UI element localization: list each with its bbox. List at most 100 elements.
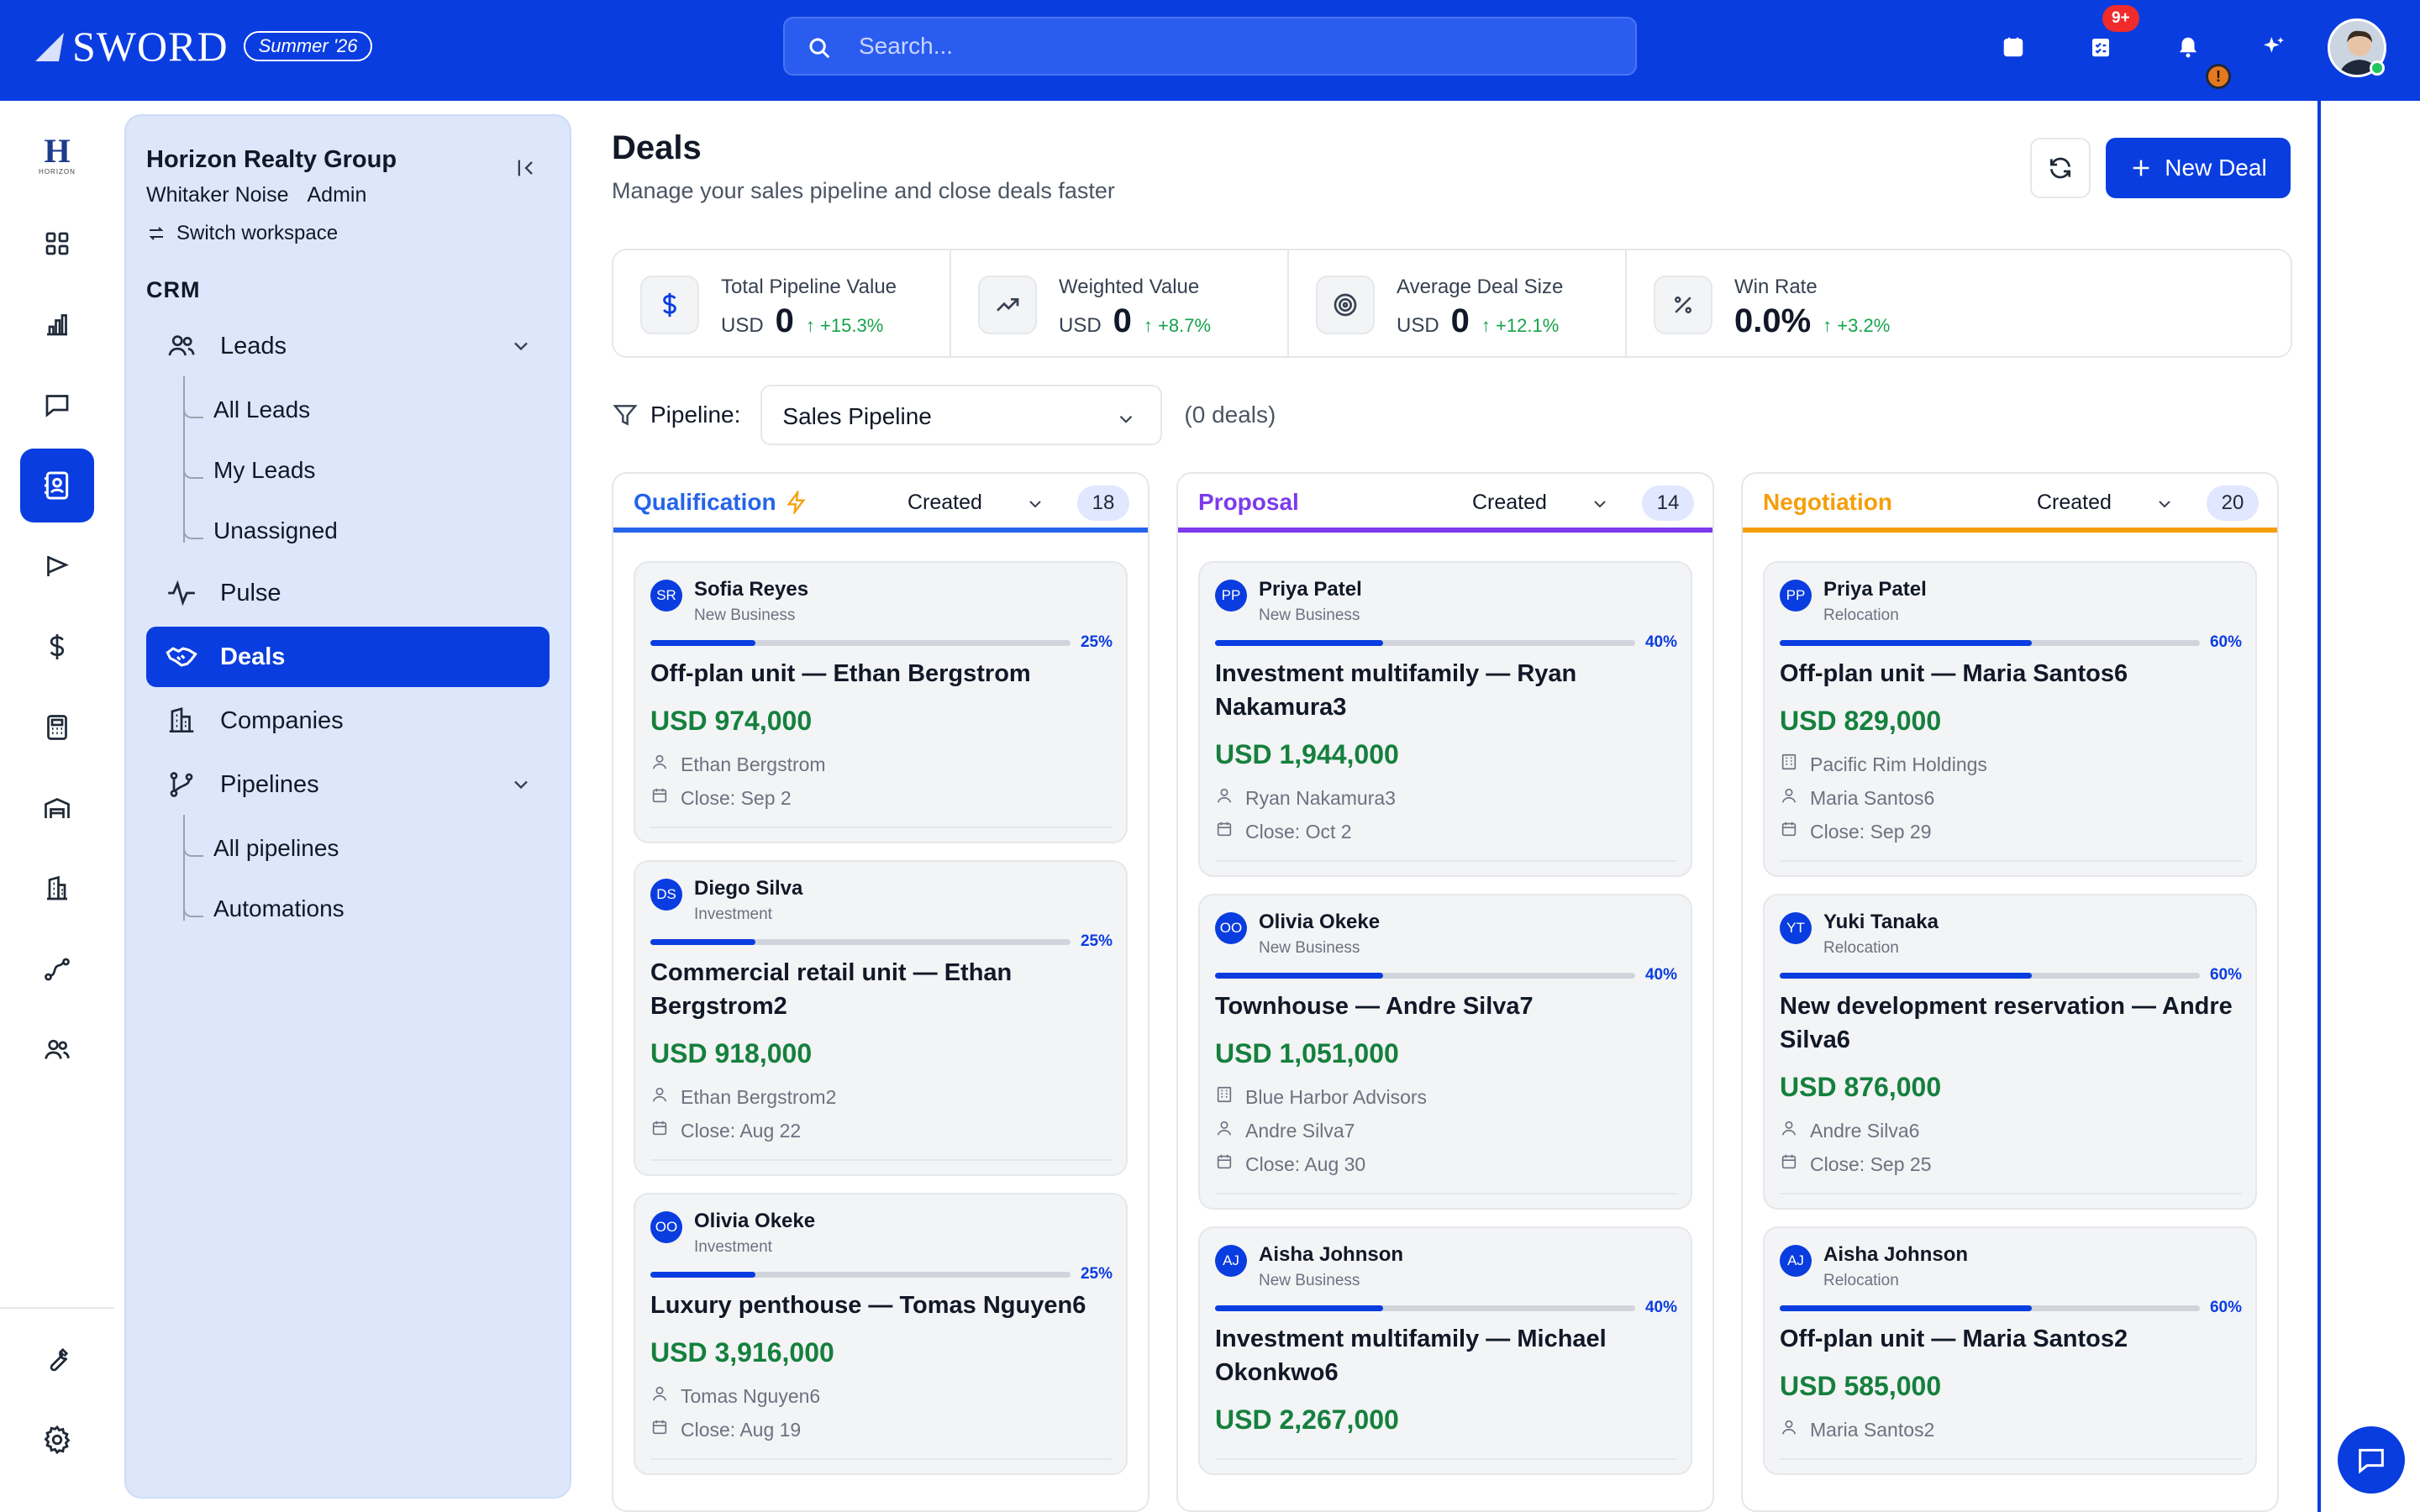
workspace-logo[interactable]: H HORIZON xyxy=(32,134,82,185)
collapse-sidebar-icon[interactable] xyxy=(514,156,538,184)
card-contact: Ryan Nakamura3 xyxy=(1215,786,1396,810)
card-amount: USD 1,944,000 xyxy=(1215,739,1399,769)
building-icon[interactable] xyxy=(20,852,94,926)
chevron-down-icon xyxy=(514,780,528,790)
card-divider xyxy=(1780,1458,2242,1460)
sidebar-item-deals[interactable]: Deals xyxy=(146,627,550,687)
sidebar-item-pipelines[interactable]: Pipelines xyxy=(146,754,550,815)
chat-icon[interactable] xyxy=(20,368,94,442)
column-sort-select[interactable]: Created xyxy=(908,491,982,515)
card-progress-pct: 60% xyxy=(2209,633,2242,651)
card-close-text: Close: Sep 2 xyxy=(681,786,792,809)
deal-card[interactable]: YT Yuki Tanaka Relocation 60% New developmen… xyxy=(1763,894,2257,1210)
card-divider xyxy=(650,827,1113,828)
chevron-down-icon xyxy=(1120,415,1133,423)
stat-currency: USD xyxy=(1397,314,1439,337)
top-bar: SWORD Summer '26 12 9+ ! xyxy=(0,0,2420,101)
tasks-icon[interactable] xyxy=(2084,30,2118,64)
owner-avatar: OO xyxy=(650,1211,682,1243)
column-sort-select[interactable]: Created xyxy=(1472,491,1547,515)
sparkle-icon[interactable] xyxy=(2257,30,2291,64)
deal-card[interactable]: SR Sofia Reyes New Business 25% Off-plan uni… xyxy=(634,561,1128,843)
dollar-icon[interactable] xyxy=(20,610,94,684)
card-progress-bar xyxy=(1215,1305,1635,1311)
calendar-icon[interactable]: 12 xyxy=(1996,30,2030,64)
settings-icon[interactable] xyxy=(20,1403,94,1477)
sidebar-item-unassigned[interactable]: Unassigned xyxy=(213,517,338,544)
sidebar-item-all-pipelines[interactable]: All pipelines xyxy=(213,835,339,862)
wrench-icon[interactable] xyxy=(20,1322,94,1396)
brand-logo[interactable]: SWORD Summer '26 xyxy=(34,22,373,71)
card-close-date: Close: Sep 25 xyxy=(1780,1152,1931,1176)
card-owner: Diego Silva xyxy=(694,877,803,900)
page-subtitle: Manage your sales pipeline and close dea… xyxy=(612,178,1115,203)
stat-value-row: USD 0 ↑ +15.3% xyxy=(721,302,883,340)
card-amount: USD 2,267,000 xyxy=(1215,1404,1399,1435)
main-content: Deals Manage your sales pipeline and clo… xyxy=(571,101,2319,1512)
person-icon xyxy=(650,753,669,776)
pipeline-select-value: Sales Pipeline xyxy=(782,403,932,429)
card-progress-bar xyxy=(650,1272,1071,1278)
new-deal-button[interactable]: New Deal xyxy=(2106,138,2291,198)
sidebar-item-pulse[interactable]: Pulse xyxy=(146,563,550,623)
card-title: New development reservation — Andre Silv… xyxy=(1780,993,2233,1053)
refresh-button[interactable] xyxy=(2030,138,2091,198)
card-deal-type: New Business xyxy=(694,606,796,624)
deal-card[interactable]: PP Priya Patel New Business 40% Investment m… xyxy=(1198,561,1692,877)
chevron-down-icon[interactable] xyxy=(1590,494,1610,514)
card-progress-bar xyxy=(1780,1305,2200,1311)
calendar-icon xyxy=(1780,820,1798,843)
card-close-date: Close: Aug 19 xyxy=(650,1418,801,1441)
stat-delta: ↑ +15.3% xyxy=(805,315,884,336)
stat-delta-value: +15.3% xyxy=(820,315,884,336)
deal-card[interactable]: AJ Aisha Johnson New Business 40% Investment… xyxy=(1198,1226,1692,1475)
pipeline-select[interactable]: Sales Pipeline xyxy=(760,385,1163,445)
warehouse-icon[interactable] xyxy=(20,771,94,845)
card-progress-fill xyxy=(1215,973,1383,979)
deal-card[interactable]: PP Priya Patel Relocation 60% Off-plan unit … xyxy=(1763,561,2257,877)
deal-card[interactable]: AJ Aisha Johnson Relocation 60% Off-plan uni… xyxy=(1763,1226,2257,1475)
card-close-text: Close: Aug 22 xyxy=(681,1119,802,1142)
bell-icon[interactable] xyxy=(2171,30,2205,64)
search-input[interactable] xyxy=(859,18,1598,74)
dashboard-icon[interactable] xyxy=(20,207,94,281)
deal-card[interactable]: OO Olivia Okeke New Business 40% Townhouse —… xyxy=(1198,894,1692,1210)
card-contact: Maria Santos2 xyxy=(1780,1418,1934,1441)
rail-divider xyxy=(0,1307,114,1309)
card-progress-fill xyxy=(650,640,755,646)
sidebar-item-automations[interactable]: Automations xyxy=(213,895,345,922)
sidebar-item-label: Leads xyxy=(220,332,287,360)
chevron-down-icon[interactable] xyxy=(1025,494,1045,514)
panel-edge xyxy=(2317,101,2321,1512)
card-divider xyxy=(1215,1193,1677,1194)
chat-fab-button[interactable] xyxy=(2338,1426,2405,1494)
contacts-icon[interactable] xyxy=(20,449,94,522)
switch-workspace-link[interactable]: Switch workspace xyxy=(146,222,338,245)
sidebar-item-companies[interactable]: Companies xyxy=(146,690,550,751)
deal-card[interactable]: DS Diego Silva Investment 25% Commercial ret… xyxy=(634,860,1128,1176)
card-close-text: Close: Aug 19 xyxy=(681,1418,802,1441)
chevron-down-icon[interactable] xyxy=(2154,494,2175,514)
card-company: Pacific Rim Holdings xyxy=(1780,753,1987,776)
sidebar-item-all-leads[interactable]: All Leads xyxy=(213,396,310,423)
deal-card[interactable]: OO Olivia Okeke Investment 25% Luxury pentho… xyxy=(634,1193,1128,1475)
campaign-icon[interactable] xyxy=(20,529,94,603)
column-sort-select[interactable]: Created xyxy=(2037,491,2112,515)
icon-rail: H HORIZON xyxy=(0,101,114,1512)
stat-value-row: 0.0% ↑ +3.2% xyxy=(1734,302,1890,340)
chart-icon[interactable] xyxy=(20,287,94,361)
sidebar-item-my-leads[interactable]: My Leads xyxy=(213,457,315,484)
sidebar-item-leads[interactable]: Leads xyxy=(146,316,550,376)
card-contact: Andre Silva6 xyxy=(1780,1119,1919,1142)
card-progress-bar xyxy=(650,640,1071,646)
card-contact-name: Ethan Bergstrom xyxy=(681,753,826,775)
search-bar[interactable] xyxy=(783,17,1637,76)
team-icon[interactable] xyxy=(20,1013,94,1087)
card-deal-type: Relocation xyxy=(1823,1272,1899,1289)
stat-label: Average Deal Size xyxy=(1397,276,1564,298)
route-icon[interactable] xyxy=(20,932,94,1006)
card-progress-bar xyxy=(650,939,1071,945)
calculator-icon[interactable] xyxy=(20,690,94,764)
card-company-name: Blue Harbor Advisors xyxy=(1245,1085,1428,1108)
brand-name: SWORD xyxy=(72,23,229,70)
